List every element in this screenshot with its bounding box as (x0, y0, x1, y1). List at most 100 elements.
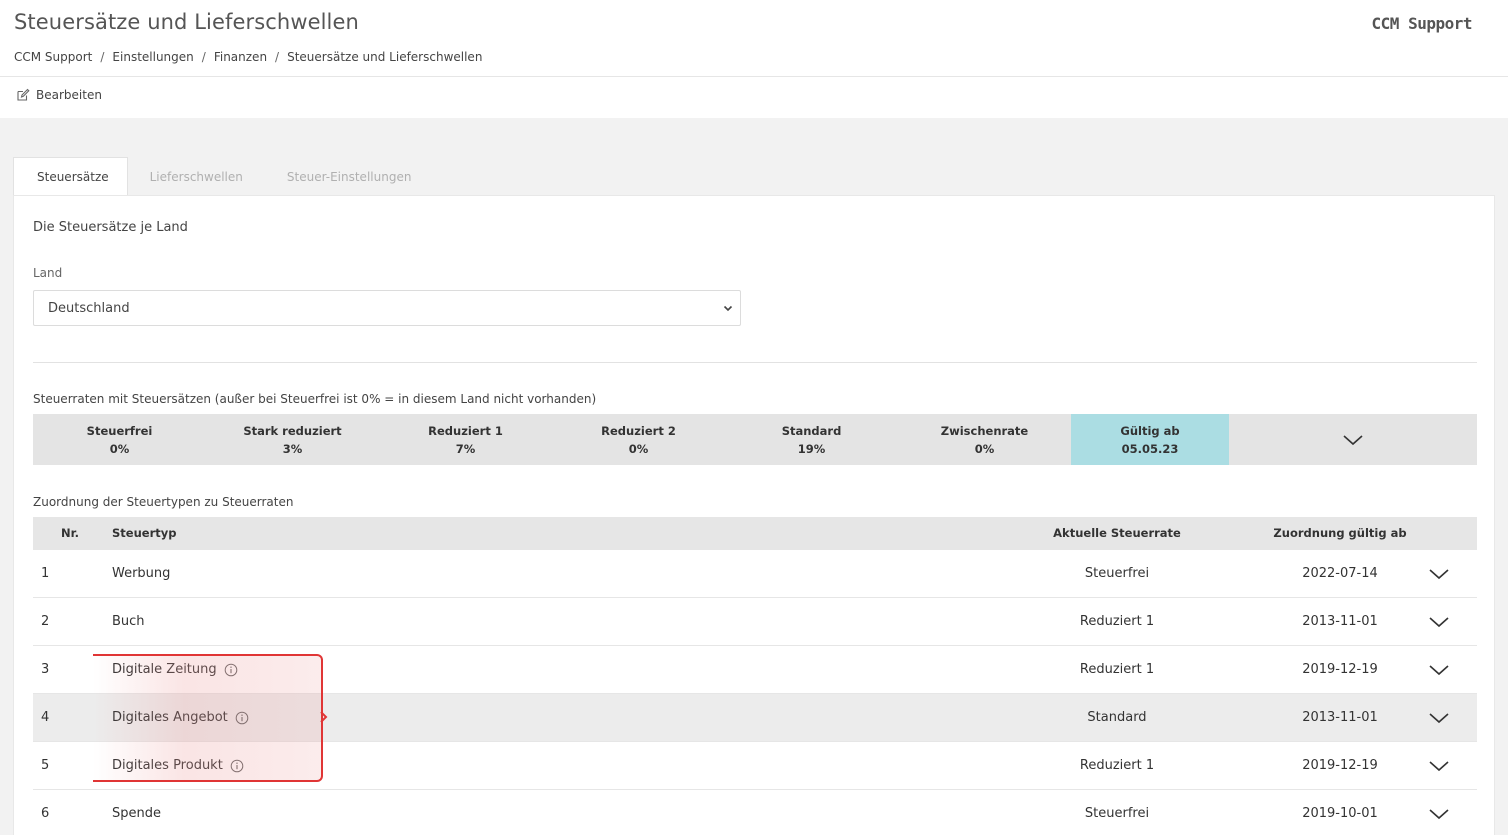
row-gueltig-ab: 2022-07-14 (1302, 566, 1378, 581)
rate-stark-reduziert: Stark reduziert 3% (206, 414, 379, 465)
breadcrumb-separator: / (100, 50, 105, 64)
rate-zwischenrate: Zwischenrate 0% (898, 414, 1071, 465)
rate-value: 19% (797, 441, 826, 456)
rate-value: 0% (109, 441, 130, 456)
rates-expand-button[interactable] (1229, 414, 1477, 465)
header-steuertyp: Steuertyp (112, 526, 177, 540)
row-gueltig-ab: 2019-10-01 (1302, 806, 1378, 821)
row-steuerrate: Steuerfrei (1084, 566, 1150, 581)
rate-name: Steuerfrei (86, 423, 153, 438)
rate-value: 0% (628, 441, 649, 456)
rate-name: Reduziert 1 (428, 423, 503, 438)
row-steuerrate: Standard (1087, 710, 1147, 725)
info-icon[interactable] (235, 711, 249, 725)
table-row[interactable]: 5 Digitales Produkt Reduziert 1 2019-12-… (33, 742, 1477, 790)
row-gueltig-ab: 2019-12-19 (1302, 662, 1378, 677)
breadcrumb-separator: / (275, 50, 280, 64)
brand-label[interactable]: CCM Support (1372, 14, 1473, 33)
rate-name: Stark reduziert (243, 423, 342, 438)
rate-value: 7% (455, 441, 476, 456)
rate-value: 3% (282, 441, 303, 456)
breadcrumb: CCM Support / Einstellungen / Finanzen /… (14, 50, 482, 64)
row-nr: 5 (41, 758, 50, 773)
edit-button-label: Bearbeiten (36, 88, 102, 102)
top-bar: Steuersätze und Lieferschwellen CCM Supp… (0, 0, 1508, 118)
row-nr: 3 (41, 662, 50, 677)
land-select[interactable]: Deutschland (33, 290, 741, 326)
rates-bar: Steuerfrei 0% Stark reduziert 3% Reduzie… (33, 414, 1477, 465)
row-steuertyp: Werbung (112, 566, 170, 581)
chevron-down-icon[interactable] (1428, 711, 1450, 725)
chevron-down-icon[interactable] (1428, 807, 1450, 821)
row-steuerrate: Steuerfrei (1084, 806, 1150, 821)
chevron-down-icon[interactable] (1428, 567, 1450, 581)
row-steuertyp-label: Digitales Produkt (112, 758, 223, 773)
row-nr: 1 (41, 566, 50, 581)
land-label: Land (33, 266, 63, 280)
land-select-value: Deutschland (48, 300, 130, 316)
rate-valid-from: Gültig ab 05.05.23 (1071, 414, 1229, 465)
header-aktuelle-steuerrate: Aktuelle Steuerrate (1053, 526, 1181, 540)
row-steuerrate: Reduziert 1 (1079, 662, 1155, 677)
row-steuerrate: Reduziert 1 (1079, 614, 1155, 629)
row-gueltig-ab: 2013-11-01 (1302, 710, 1378, 725)
section-title: Die Steuersätze je Land (33, 220, 188, 235)
edit-button[interactable]: Bearbeiten (16, 88, 102, 102)
header-nr: Nr. (61, 526, 80, 540)
rate-reduziert-2: Reduziert 2 0% (552, 414, 725, 465)
tab-lieferschwellen[interactable]: Lieferschwellen (128, 157, 265, 196)
rate-value: 05.05.23 (1121, 441, 1179, 456)
assignment-caption: Zuordnung der Steuertypen zu Steuerraten (33, 495, 294, 509)
table-row[interactable]: 4 Digitales Angebot Standard 2013-11-01 (33, 694, 1477, 742)
chevron-down-icon[interactable] (1428, 759, 1450, 773)
info-icon[interactable] (230, 759, 244, 773)
table-body: 1 Werbung Steuerfrei 2022-07-14 2 Buch R… (33, 550, 1477, 835)
row-gueltig-ab: 2013-11-01 (1302, 614, 1378, 629)
row-steuerrate: Reduziert 1 (1079, 758, 1155, 773)
chevron-down-icon (1343, 434, 1363, 445)
tab-panel: Die Steuersätze je Land Land Deutschland… (13, 195, 1495, 835)
row-steuertyp: Digitales Angebot (112, 710, 249, 725)
tab-bar: Steuersätze Lieferschwellen Steuer-Einst… (13, 157, 433, 196)
rate-name: Reduziert 2 (601, 423, 676, 438)
rate-standard: Standard 19% (725, 414, 898, 465)
row-steuertyp-label: Buch (112, 614, 145, 629)
breadcrumb-item-ccm-support[interactable]: CCM Support (14, 50, 92, 64)
row-steuertyp-label: Spende (112, 806, 161, 821)
row-steuertyp-label: Digitales Angebot (112, 710, 228, 725)
row-steuertyp: Spende (112, 806, 161, 821)
rate-steuerfrei: Steuerfrei 0% (33, 414, 206, 465)
page-title: Steuersätze und Lieferschwellen (14, 10, 359, 34)
info-icon[interactable] (224, 663, 238, 677)
row-nr: 6 (41, 806, 50, 821)
breadcrumb-item-finanzen[interactable]: Finanzen (214, 50, 267, 64)
chevron-down-icon[interactable] (1428, 615, 1450, 629)
row-nr: 4 (41, 710, 50, 725)
rate-value: 0% (974, 441, 995, 456)
row-steuertyp: Digitales Produkt (112, 758, 244, 773)
row-steuertyp-label: Digitale Zeitung (112, 662, 217, 677)
breadcrumb-item-einstellungen[interactable]: Einstellungen (112, 50, 193, 64)
row-nr: 2 (41, 614, 50, 629)
chevron-down-icon (723, 305, 733, 312)
table-row[interactable]: 6 Spende Steuerfrei 2019-10-01 (33, 790, 1477, 835)
rate-name: Zwischenrate (940, 423, 1029, 438)
row-gueltig-ab: 2019-12-19 (1302, 758, 1378, 773)
tab-steuer-einstellungen[interactable]: Steuer-Einstellungen (265, 157, 434, 196)
row-steuertyp: Digitale Zeitung (112, 662, 238, 677)
table-row[interactable]: 3 Digitale Zeitung Reduziert 1 2019-12-1… (33, 646, 1477, 694)
breadcrumb-item-current: Steuersätze und Lieferschwellen (287, 50, 483, 64)
breadcrumb-separator: / (201, 50, 206, 64)
table-row[interactable]: 2 Buch Reduziert 1 2013-11-01 (33, 598, 1477, 646)
table-row[interactable]: 1 Werbung Steuerfrei 2022-07-14 (33, 550, 1477, 598)
rates-caption: Steuerraten mit Steuersätzen (außer bei … (33, 392, 597, 406)
row-steuertyp: Buch (112, 614, 145, 629)
chevron-down-icon[interactable] (1428, 663, 1450, 677)
rate-reduziert-1: Reduziert 1 7% (379, 414, 552, 465)
rate-name: Gültig ab (1120, 423, 1180, 438)
rate-name: Standard (781, 423, 842, 438)
row-steuertyp-label: Werbung (112, 566, 171, 581)
table-header: Nr. Steuertyp Aktuelle Steuerrate Zuordn… (33, 517, 1477, 550)
section-divider (33, 362, 1477, 363)
tab-steuersaetze[interactable]: Steuersätze (13, 157, 128, 196)
